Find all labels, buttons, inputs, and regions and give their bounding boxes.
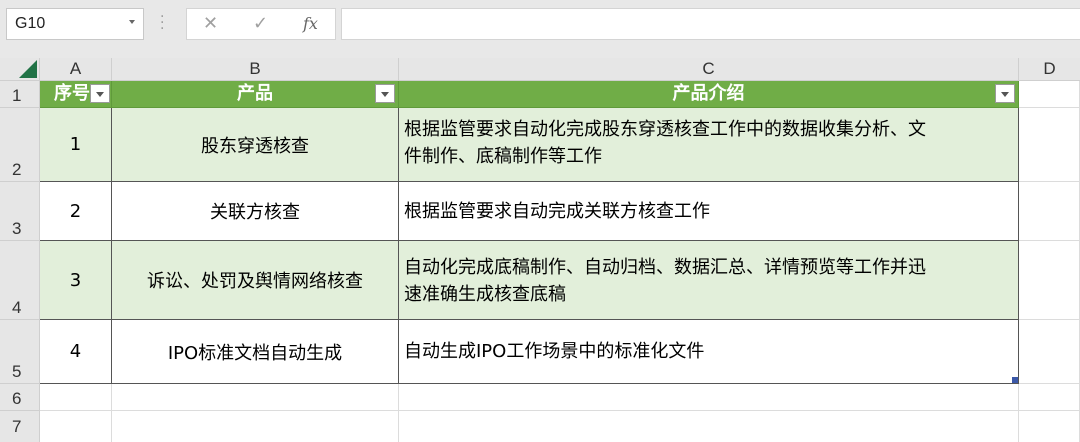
column-header-b[interactable]: B <box>112 58 399 81</box>
column-header-c[interactable]: C <box>399 58 1019 81</box>
cell-b6[interactable] <box>112 384 399 411</box>
description-line: 速准确生成核查底稿 <box>404 284 566 305</box>
description-line: 自动化完成底稿制作、自动归档、数据汇总、详情预览等工作并迅 <box>404 257 926 278</box>
cell-d7[interactable] <box>1019 411 1080 442</box>
insert-function-icon[interactable]: fx <box>303 14 318 33</box>
column-header-a[interactable]: A <box>40 58 112 81</box>
filter-dropdown-icon[interactable] <box>375 84 395 103</box>
row-header-6[interactable]: 6 <box>0 384 40 411</box>
row-header-7[interactable]: 7 <box>0 411 40 442</box>
table-cell-description[interactable]: 根据监管要求自动完成关联方核查工作 <box>399 182 1019 241</box>
table-cell-product[interactable]: IPO标准文档自动生成 <box>112 320 399 384</box>
name-box-value: G10 <box>15 15 46 32</box>
drag-handle-icon[interactable]: · · · <box>160 10 164 36</box>
table-header-product[interactable]: 产品 <box>112 81 399 108</box>
cell-d1[interactable] <box>1019 81 1080 108</box>
cell-d5[interactable] <box>1019 320 1080 384</box>
table-header-no[interactable]: 序号 <box>40 81 112 108</box>
row-header-2[interactable]: 2 <box>0 108 40 182</box>
cell-c7[interactable] <box>399 411 1019 442</box>
row-header-5[interactable]: 5 <box>0 320 40 384</box>
table-cell-product[interactable]: 诉讼、处罚及舆情网络核查 <box>112 241 399 320</box>
table-cell-no[interactable]: 3 <box>40 241 112 320</box>
column-header-d[interactable]: D <box>1019 58 1080 81</box>
filter-dropdown-icon[interactable] <box>995 84 1015 103</box>
description-line: 件制作、底稿制作等工作 <box>404 146 602 167</box>
filter-dropdown-icon[interactable] <box>90 84 110 103</box>
row-header-4[interactable]: 4 <box>0 241 40 320</box>
table-resize-handle-icon[interactable] <box>1012 377 1018 383</box>
table-cell-description[interactable]: 自动生成IPO工作场景中的标准化文件 <box>399 320 1019 384</box>
table-cell-description[interactable]: 根据监管要求自动化完成股东穿透核查工作中的数据收集分析、文 件制作、底稿制作等工… <box>399 108 1019 182</box>
cell-d4[interactable] <box>1019 241 1080 320</box>
row-header-3[interactable]: 3 <box>0 182 40 241</box>
cell-c6[interactable] <box>399 384 1019 411</box>
description-line: 自动生成IPO工作场景中的标准化文件 <box>404 341 705 362</box>
select-all-triangle-icon <box>19 60 37 78</box>
formula-bar-area: G10 · · · ✕ ✓ fx <box>0 0 1080 58</box>
cell-d2[interactable] <box>1019 108 1080 182</box>
select-all-button[interactable] <box>0 58 40 81</box>
table-cell-no[interactable]: 1 <box>40 108 112 182</box>
table-cell-product[interactable]: 关联方核查 <box>112 182 399 241</box>
enter-check-icon[interactable]: ✓ <box>253 13 268 34</box>
cell-a7[interactable] <box>40 411 112 442</box>
description-line: 根据监管要求自动完成关联方核查工作 <box>404 200 710 222</box>
cancel-icon[interactable]: ✕ <box>203 13 218 34</box>
cell-a6[interactable] <box>40 384 112 411</box>
name-box-dropdown-icon[interactable] <box>129 20 135 24</box>
table-header-description[interactable]: 产品介绍 <box>399 81 1019 108</box>
table-cell-no[interactable]: 4 <box>40 320 112 384</box>
row-header-1[interactable]: 1 <box>0 81 40 108</box>
cell-b7[interactable] <box>112 411 399 442</box>
table-cell-no[interactable]: 2 <box>40 182 112 241</box>
formula-input[interactable] <box>341 8 1080 40</box>
table-cell-product[interactable]: 股东穿透核查 <box>112 108 399 182</box>
cell-d3[interactable] <box>1019 182 1080 241</box>
description-line: 根据监管要求自动化完成股东穿透核查工作中的数据收集分析、文 <box>404 119 926 140</box>
cell-d6[interactable] <box>1019 384 1080 411</box>
table-cell-description[interactable]: 自动化完成底稿制作、自动归档、数据汇总、详情预览等工作并迅 速准确生成核查底稿 <box>399 241 1019 320</box>
name-box[interactable]: G10 <box>6 8 144 40</box>
formula-tools: ✕ ✓ fx <box>186 8 336 40</box>
